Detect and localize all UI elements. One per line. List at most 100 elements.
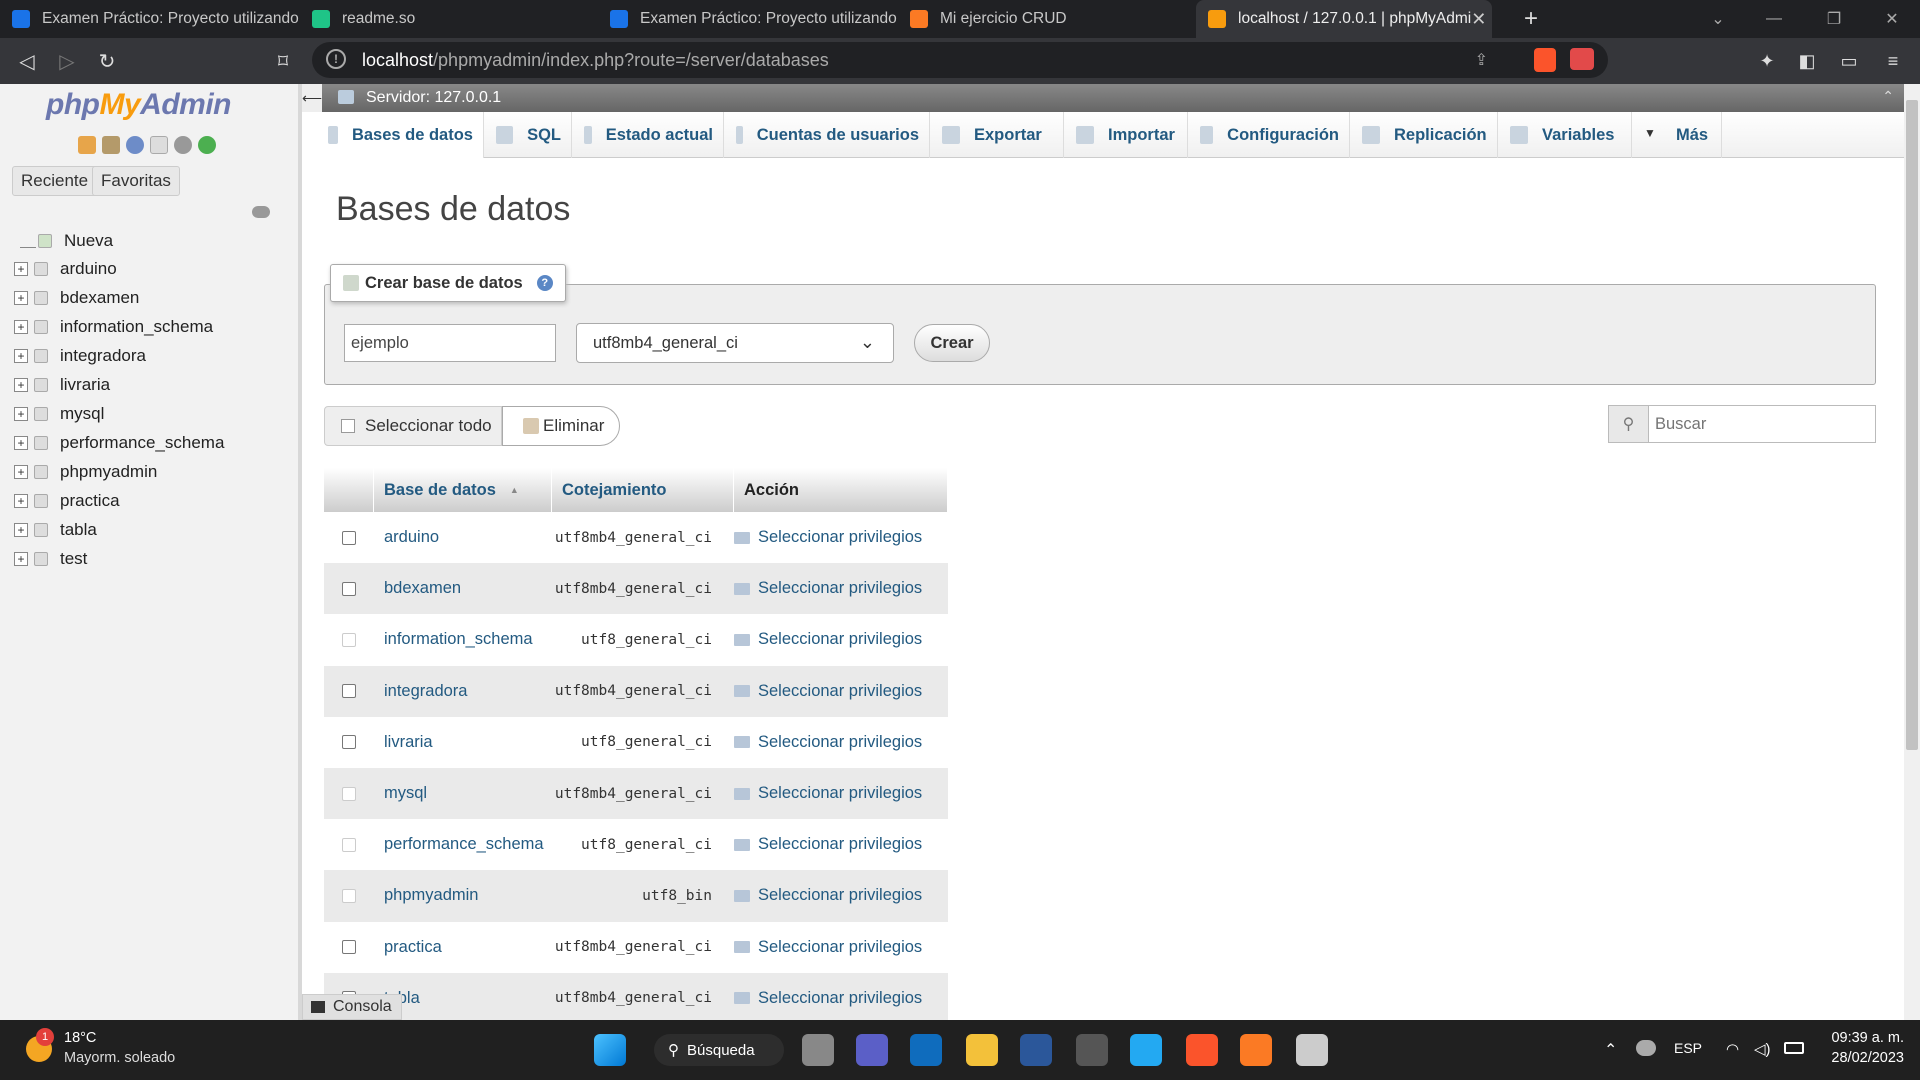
address-bar[interactable]: ! localhost/phpmyadmin/index.php?route=/…	[312, 42, 1608, 78]
battery-icon[interactable]	[1784, 1042, 1804, 1054]
close-tab-icon[interactable]: ✕	[1471, 9, 1486, 30]
privileges-link[interactable]: Seleccionar privilegios	[724, 938, 948, 957]
docs-icon[interactable]	[150, 136, 168, 154]
file-explorer-icon[interactable]	[966, 1034, 998, 1066]
teams-chat-icon[interactable]	[856, 1034, 888, 1066]
vscode-icon[interactable]	[1130, 1034, 1162, 1066]
select-all[interactable]: Seleccionar todo	[324, 406, 502, 446]
privileges-link[interactable]: Seleccionar privilegios	[724, 682, 948, 701]
help-icon[interactable]	[126, 136, 144, 154]
expand-icon[interactable]: +	[14, 291, 28, 305]
privileges-link[interactable]: Seleccionar privilegios	[724, 989, 948, 1008]
refresh-icon[interactable]	[198, 136, 216, 154]
privileges-link[interactable]: Seleccionar privilegios	[724, 733, 948, 752]
store-icon[interactable]	[910, 1034, 942, 1066]
taskbar-search[interactable]: ⚲ Búsqueda	[654, 1034, 784, 1066]
xampp-icon[interactable]	[1240, 1034, 1272, 1066]
sidebar-db-item[interactable]: + performance_schema	[14, 430, 224, 456]
delete-button[interactable]: Eliminar	[502, 406, 620, 446]
brave-shield-icon[interactable]	[1534, 48, 1556, 72]
db-name-link[interactable]: phpmyadmin	[374, 886, 552, 905]
snipping-tool-icon[interactable]	[1296, 1034, 1328, 1066]
privileges-link[interactable]: Seleccionar privilegios	[724, 886, 948, 905]
recent-button[interactable]: Reciente	[12, 166, 98, 196]
header-collation[interactable]: Cotejamiento	[552, 468, 734, 512]
privileges-link[interactable]: Seleccionar privilegios	[724, 784, 948, 803]
search-input[interactable]	[1649, 406, 1875, 442]
row-checkbox[interactable]	[342, 530, 356, 545]
expand-icon[interactable]: +	[14, 552, 28, 566]
info-icon[interactable]: !	[326, 49, 346, 69]
expand-icon[interactable]: +	[14, 407, 28, 421]
weather-desc[interactable]: Mayorm. soleado	[64, 1050, 175, 1066]
db-name-link[interactable]: integradora	[374, 682, 552, 701]
sidebar-db-item[interactable]: + phpmyadmin	[14, 459, 157, 485]
weather-temp[interactable]: 18°C	[64, 1030, 96, 1046]
sidebar-toggle-icon[interactable]: ◧	[1792, 46, 1822, 76]
nav-tab[interactable]: Cuentas de usuarios	[724, 112, 930, 158]
favorites-button[interactable]: Favoritas	[92, 166, 180, 196]
nav-tab[interactable]: Importar	[1064, 112, 1188, 158]
db-name-link[interactable]: bdexamen	[374, 579, 552, 598]
wifi-icon[interactable]: ◠	[1726, 1040, 1739, 1058]
browser-tab[interactable]: localhost / 127.0.0.1 | phpMyAdmi ✕	[1196, 0, 1492, 38]
browser-tab[interactable]: Examen Práctico: Proyecto utilizando e	[0, 0, 300, 38]
expand-icon[interactable]: +	[14, 523, 28, 537]
collation-select[interactable]: utf8mb4_general_ci ⌄	[576, 323, 894, 363]
tab-search-icon[interactable]: ⌄	[1690, 0, 1746, 38]
browser-tab[interactable]: readme.so	[300, 0, 598, 38]
nav-tab[interactable]: Exportar	[930, 112, 1064, 158]
word-icon[interactable]	[1020, 1034, 1052, 1066]
nav-tab[interactable]: Bases de datos	[316, 112, 484, 158]
sidebar-db-item[interactable]: + bdexamen	[14, 285, 139, 311]
clock-time[interactable]: 09:39 a. m.	[1820, 1030, 1904, 1046]
minimize-icon[interactable]: —	[1746, 0, 1802, 38]
sidebar-db-item[interactable]: + mysql	[14, 401, 104, 427]
language-indicator[interactable]: ESP	[1674, 1040, 1702, 1056]
db-name-link[interactable]: practica	[374, 938, 552, 957]
sidebar-db-item[interactable]: + livraria	[14, 372, 110, 398]
db-name-link[interactable]: livraria	[374, 733, 552, 752]
phpmyadmin-logo[interactable]: phpMyAdmin	[46, 88, 231, 122]
help-icon[interactable]: ?	[536, 275, 553, 291]
row-checkbox[interactable]	[342, 940, 356, 955]
select-all-checkbox[interactable]	[341, 419, 355, 433]
create-button[interactable]: Crear	[914, 324, 990, 362]
expand-icon[interactable]: +	[14, 262, 28, 276]
row-checkbox[interactable]	[342, 735, 356, 750]
reload-icon[interactable]: ↻	[92, 46, 122, 76]
expand-icon[interactable]: +	[14, 320, 28, 334]
sidebar-db-item[interactable]: + practica	[14, 488, 120, 514]
onedrive-icon[interactable]	[1636, 1040, 1656, 1056]
maximize-icon[interactable]: ❐	[1806, 0, 1862, 38]
privileges-link[interactable]: Seleccionar privilegios	[724, 835, 948, 854]
share-icon[interactable]: ⇪	[1475, 50, 1488, 70]
nav-tab[interactable]: ▼ Más	[1632, 112, 1722, 158]
db-name-link[interactable]: arduino	[374, 528, 552, 547]
tree-new-db[interactable]: Nueva	[20, 228, 113, 254]
settings-gear-icon[interactable]	[174, 136, 192, 154]
forward-icon[interactable]: ▷	[52, 46, 82, 76]
privileges-link[interactable]: Seleccionar privilegios	[724, 630, 948, 649]
unity-icon[interactable]	[1076, 1034, 1108, 1066]
nav-tab[interactable]: Replicación	[1350, 112, 1498, 158]
sidebar-db-item[interactable]: + integradora	[14, 343, 146, 369]
header-database[interactable]: Base de datos ▲	[374, 468, 552, 512]
browser-tab[interactable]: Examen Práctico: Proyecto utilizando e	[598, 0, 898, 38]
tray-chevron-icon[interactable]: ⌃	[1604, 1040, 1617, 1060]
collapse-sidebar-icon[interactable]: ⟵	[302, 84, 322, 112]
expand-icon[interactable]: +	[14, 378, 28, 392]
sidebar-db-item[interactable]: + tabla	[14, 517, 97, 543]
menu-icon[interactable]: ≡	[1878, 46, 1908, 76]
task-view-icon[interactable]	[802, 1034, 834, 1066]
db-name-link[interactable]: performance_schema	[374, 835, 552, 854]
back-icon[interactable]: ◁	[12, 46, 42, 76]
nav-tab[interactable]: Estado actual	[572, 112, 724, 158]
bookmark-icon[interactable]: ⌑	[268, 46, 298, 76]
close-window-icon[interactable]: ✕	[1864, 0, 1920, 38]
console-toggle[interactable]: Consola	[302, 994, 402, 1020]
scrollbar-thumb[interactable]	[1906, 100, 1918, 750]
extensions-icon[interactable]: ✦	[1752, 46, 1782, 76]
volume-icon[interactable]: ◁)	[1754, 1040, 1771, 1058]
expand-icon[interactable]: +	[14, 465, 28, 479]
